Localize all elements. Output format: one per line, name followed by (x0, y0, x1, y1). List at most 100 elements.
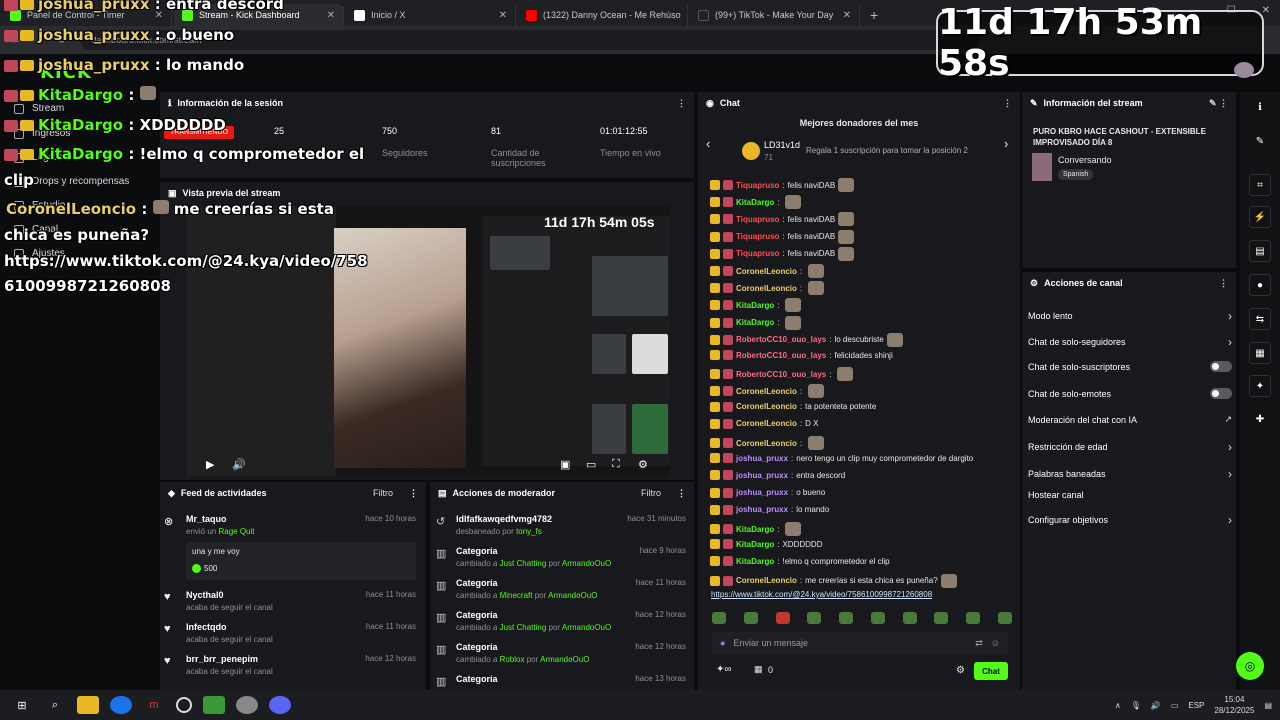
browser-tab[interactable]: Inicio / X ✕ (346, 4, 516, 26)
emoji-icon[interactable]: ☺ (991, 638, 1000, 648)
chat-username[interactable]: CoronelLeoncio (736, 284, 797, 293)
action-subs-only[interactable]: Chat de solo-suscriptores (1028, 361, 1232, 372)
sidebar-item-stream[interactable]: Stream (14, 103, 64, 114)
chat-username[interactable]: joshua_pruxx (736, 505, 788, 514)
chat-username[interactable]: RobertoCC10_ouo_lays (736, 370, 826, 379)
edit-stream-icon[interactable]: ✎ ⋮ (1209, 98, 1228, 109)
play-icon[interactable]: ▶ (206, 458, 214, 471)
emote-icon[interactable] (775, 612, 790, 624)
more-options-icon[interactable]: ⋮ (1219, 278, 1228, 289)
chat-username[interactable]: RobertoCC10_ouo_lays (736, 351, 826, 360)
chat-username[interactable]: KitaDargo (736, 318, 774, 327)
theater-icon[interactable]: ▭ (586, 458, 596, 471)
chat-username[interactable]: CoronelLeoncio (736, 439, 797, 448)
obs-icon[interactable] (176, 697, 192, 713)
chat-username[interactable]: Tiquapruso (736, 249, 779, 258)
action-slow-mode[interactable]: Modo lento › (1028, 309, 1232, 323)
language-indicator[interactable]: ESP (1188, 701, 1204, 710)
chat-username[interactable]: KitaDargo (736, 525, 774, 534)
feed-filter-button[interactable]: Filtro (373, 488, 393, 498)
app-icon[interactable]: m (143, 696, 165, 714)
send-chat-button[interactable]: Chat (974, 662, 1008, 680)
action-age-restriction[interactable]: Restricción de edad › (1028, 440, 1232, 454)
pencil-icon[interactable]: ✎ (1249, 130, 1271, 152)
volume-icon[interactable]: 🔊 (232, 458, 246, 471)
action-banned-words[interactable]: Palabras baneadas › (1028, 467, 1232, 481)
subs-only-toggle[interactable] (1210, 361, 1232, 372)
emote-icon[interactable] (902, 612, 917, 624)
chat-link[interactable]: https://www.tiktok.com/@24.kya/video/758… (711, 590, 932, 599)
browser-tab[interactable]: (1322) Danny Ocean - Me Rehúso✕ (518, 4, 688, 26)
discord-icon[interactable] (269, 696, 291, 714)
action-followers-only[interactable]: Chat de solo-seguidores › (1028, 335, 1232, 349)
chat-username[interactable]: Tiquapruso (736, 215, 779, 224)
search-icon[interactable]: ⌕ (44, 696, 66, 714)
chevron-right-icon[interactable]: › (1004, 136, 1008, 151)
more-options-icon[interactable]: ⋮ (409, 488, 418, 499)
close-window-icon[interactable]: ✕ (1262, 5, 1270, 16)
emote-icon[interactable] (966, 612, 981, 624)
chevron-up-icon[interactable]: ∧ (1115, 701, 1121, 710)
emotes-only-toggle[interactable] (1210, 388, 1232, 399)
more-options-icon[interactable]: ⋮ (677, 488, 686, 499)
info-icon[interactable]: ℹ (1249, 96, 1271, 118)
more-options-icon[interactable]: ⋮ (1003, 98, 1012, 109)
chat-username[interactable]: CoronelLeoncio (736, 267, 797, 276)
microphone-icon[interactable]: ● (720, 638, 725, 648)
action-host-channel[interactable]: Hostear canal (1028, 490, 1232, 500)
chat-username[interactable]: CoronelLeoncio (736, 576, 797, 585)
chat-username[interactable]: KitaDargo (736, 557, 774, 566)
chat-username[interactable]: joshua_pruxx (736, 471, 788, 480)
gear-icon[interactable]: ⚙ (638, 458, 648, 471)
note-icon[interactable]: ▤ (1249, 240, 1271, 262)
close-tab-icon[interactable]: ✕ (687, 10, 688, 21)
file-explorer-icon[interactable] (77, 696, 99, 714)
chat-bubble-icon[interactable]: ● (1249, 274, 1271, 296)
chevron-left-icon[interactable]: ‹ (706, 136, 710, 151)
chat-username[interactable]: CoronelLeoncio (736, 387, 797, 396)
bolt-icon[interactable]: ⚡ (1249, 206, 1271, 228)
emote-icon[interactable] (743, 612, 758, 624)
stream-preview-video[interactable]: 11d 17h 54m 05s ▶ 🔊 ▣ ▭ ⛶ ⚙ (186, 206, 670, 476)
emote-icon[interactable] (997, 612, 1012, 624)
browser-tab[interactable]: (99+) TikTok - Make Your Day ✕ (690, 4, 860, 26)
fullscreen-icon[interactable]: ⛶ (612, 458, 620, 471)
pip-icon[interactable]: ▣ (560, 458, 570, 471)
close-tab-icon[interactable]: ✕ (327, 10, 335, 21)
points-icon[interactable]: ✦∞ (716, 664, 732, 675)
chat-input[interactable]: ● Enviar un mensaje ⇄ ☺ (712, 632, 1008, 654)
notifications-icon[interactable]: ▤ (1264, 701, 1272, 710)
chat-username[interactable]: KitaDargo (736, 301, 774, 310)
new-tab-button[interactable]: + (860, 7, 888, 26)
close-tab-icon[interactable]: ✕ (843, 10, 851, 21)
emote-icon[interactable] (870, 612, 885, 624)
action-ai-moderation[interactable]: Moderación del chat con IA ↗ (1028, 414, 1232, 425)
puzzle-icon[interactable]: ✚ (1249, 408, 1271, 430)
gift-icon[interactable]: ▦ (754, 664, 763, 675)
translate-icon[interactable]: ⇄ (975, 638, 983, 649)
chat-username[interactable]: joshua_pruxx (736, 454, 788, 463)
windows-start-icon[interactable]: ⊞ (11, 696, 33, 714)
wrench-icon[interactable]: ✦ (1249, 375, 1271, 397)
emote-icon[interactable] (934, 612, 949, 624)
chat-username[interactable]: RobertoCC10_ouo_lays (736, 335, 826, 344)
close-tab-icon[interactable]: ✕ (499, 10, 507, 21)
more-options-icon[interactable]: ⋮ (677, 98, 686, 109)
layers-icon[interactable]: ▦ (1249, 342, 1271, 364)
chat-username[interactable]: KitaDargo (736, 198, 774, 207)
app-icon[interactable] (203, 696, 225, 714)
network-icon[interactable]: ▭ (1171, 701, 1179, 710)
clock[interactable]: 15:04 28/12/2025 (1214, 694, 1254, 716)
raid-icon[interactable]: ⇆ (1249, 308, 1271, 330)
chat-username[interactable]: KitaDargo (736, 540, 774, 549)
emote-icon[interactable] (839, 612, 854, 624)
clip-icon[interactable]: ⌗ (1249, 174, 1271, 196)
chat-username[interactable]: CoronelLeoncio (736, 419, 797, 428)
emote-icon[interactable] (807, 612, 822, 624)
emote-icon[interactable] (712, 612, 726, 624)
action-emotes-only[interactable]: Chat de solo-emotes (1028, 388, 1232, 399)
chat-username[interactable]: joshua_pruxx (736, 488, 788, 497)
volume-icon[interactable]: 🔊 (1151, 701, 1161, 710)
chat-username[interactable]: Tiquapruso (736, 232, 779, 241)
chat-username[interactable]: CoronelLeoncio (736, 402, 797, 411)
